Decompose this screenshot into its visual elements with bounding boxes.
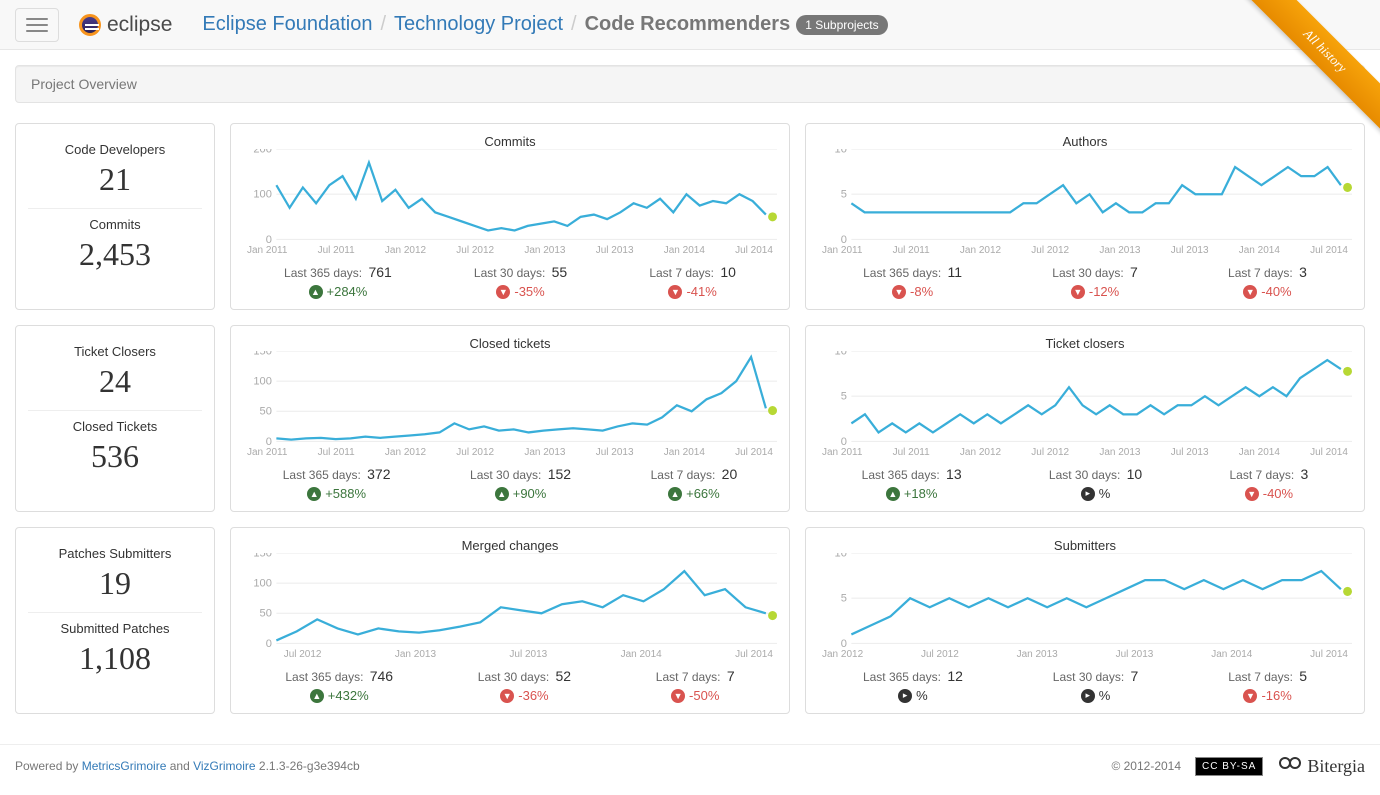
svg-text:50: 50 (260, 406, 272, 418)
subprojects-badge: 1 Subprojects (796, 15, 887, 35)
svg-text:0: 0 (841, 436, 847, 446)
chart-plot: 0 50 100 150 (243, 351, 777, 449)
navbar: eclipse Eclipse Foundation / Technology … (0, 0, 1380, 50)
stat-label: Submitted Patches (28, 621, 202, 636)
metric: Last 30 days: 7 ▼ -12% (1052, 264, 1138, 299)
chart-title: Authors (818, 134, 1352, 149)
metric: Last 7 days: 20 ▲ +66% (651, 466, 738, 501)
svg-text:200: 200 (253, 149, 272, 155)
vizgrimoire-link[interactable]: VizGrimoire (193, 759, 255, 773)
stat-card: Ticket Closers 24 Closed Tickets 536 (15, 325, 215, 512)
chart-plot: 0 5 10 (818, 553, 1352, 651)
copyright: © 2012-2014 (1111, 759, 1181, 773)
svg-text:0: 0 (841, 638, 847, 648)
stat-card: Code Developers 21 Commits 2,453 (15, 123, 215, 310)
svg-text:0: 0 (266, 234, 272, 244)
svg-text:0: 0 (266, 436, 272, 446)
metrics-row: Last 365 days: 746 ▲ +432% Last 30 days:… (243, 668, 777, 703)
chart-card: Ticket closers 0 5 10 Jan 2011Jul 2011Ja… (805, 325, 1365, 512)
metric: Last 30 days: 55 ▼ -35% (474, 264, 567, 299)
stat-label: Patches Submitters (28, 546, 202, 561)
svg-text:150: 150 (253, 553, 272, 559)
stat-label: Commits (28, 217, 202, 232)
svg-text:150: 150 (253, 351, 272, 357)
menu-toggle[interactable] (15, 8, 59, 42)
chart-card: Authors 0 5 10 Jan 2011Jul 2011Jan 2012J… (805, 123, 1365, 310)
svg-text:10: 10 (835, 351, 847, 357)
metric: Last 30 days: 7 ▸ % (1053, 668, 1139, 703)
metrics-row: Last 365 days: 13 ▲ +18% Last 30 days: 1… (818, 466, 1352, 501)
metric: Last 7 days: 5 ▼ -16% (1228, 668, 1307, 703)
logo-text: eclipse (107, 13, 172, 37)
stat-value: 21 (28, 161, 202, 198)
overview-title: Project Overview (15, 65, 1365, 103)
metrics-row: Last 365 days: 761 ▲ +284% Last 30 days:… (243, 264, 777, 299)
metric: Last 365 days: 372 ▲ +588% (283, 466, 391, 501)
footer-left: Powered by MetricsGrimoire and VizGrimoi… (15, 759, 360, 773)
breadcrumb-current: Code Recommenders (585, 13, 791, 36)
chart-plot: 0 5 10 (818, 351, 1352, 449)
metric: Last 365 days: 746 ▲ +432% (285, 668, 393, 703)
svg-text:0: 0 (841, 234, 847, 244)
svg-text:10: 10 (835, 149, 847, 155)
chart-card: Commits 0 100 200 Jan 2011Jul 2011Jan 20… (230, 123, 790, 310)
metric: Last 7 days: 7 ▼ -50% (656, 668, 735, 703)
chart-plot: 0 50 100 150 (243, 553, 777, 651)
svg-text:50: 50 (260, 608, 272, 620)
metricsgrimoire-link[interactable]: MetricsGrimoire (82, 759, 167, 773)
stat-label: Code Developers (28, 142, 202, 157)
svg-text:0: 0 (266, 638, 272, 648)
cc-license-badge[interactable]: CC BY-SA (1195, 757, 1263, 776)
stat-value: 2,453 (28, 236, 202, 273)
metric: Last 30 days: 10 ▸ % (1049, 466, 1142, 501)
breadcrumb: Eclipse Foundation / Technology Project … (202, 13, 887, 36)
metric: Last 30 days: 152 ▲ +90% (470, 466, 571, 501)
metric: Last 7 days: 3 ▼ -40% (1228, 264, 1307, 299)
chart-title: Submitters (818, 538, 1352, 553)
metric: Last 7 days: 10 ▼ -41% (649, 264, 736, 299)
stat-value: 24 (28, 363, 202, 400)
metrics-row: Last 365 days: 11 ▼ -8% Last 30 days: 7 … (818, 264, 1352, 299)
svg-text:5: 5 (841, 593, 847, 605)
chart-title: Ticket closers (818, 336, 1352, 351)
metric: Last 30 days: 52 ▼ -36% (478, 668, 571, 703)
chart-plot: 0 5 10 (818, 149, 1352, 247)
metric: Last 365 days: 11 ▼ -8% (863, 264, 962, 299)
metric: Last 365 days: 761 ▲ +284% (284, 264, 392, 299)
metrics-row: Last 365 days: 12 ▸ % Last 30 days: 7 ▸ … (818, 668, 1352, 703)
stat-value: 19 (28, 565, 202, 602)
svg-text:5: 5 (841, 391, 847, 403)
eclipse-icon (79, 14, 101, 36)
chart-title: Closed tickets (243, 336, 777, 351)
chart-card: Submitters 0 5 10 Jan 2012Jul 2012Jan 20… (805, 527, 1365, 714)
breadcrumb-link[interactable]: Eclipse Foundation (202, 13, 372, 36)
chart-card: Merged changes 0 50 100 150 Jul 2012Jan … (230, 527, 790, 714)
svg-text:5: 5 (841, 189, 847, 201)
chart-title: Merged changes (243, 538, 777, 553)
svg-text:100: 100 (253, 189, 272, 201)
breadcrumb-link[interactable]: Technology Project (394, 13, 563, 36)
chart-plot: 0 100 200 (243, 149, 777, 247)
stat-label: Ticket Closers (28, 344, 202, 359)
footer-right: © 2012-2014 CC BY-SA Bitergia (1111, 755, 1365, 777)
metrics-row: Last 365 days: 372 ▲ +588% Last 30 days:… (243, 466, 777, 501)
metric: Last 365 days: 13 ▲ +18% (862, 466, 962, 501)
footer: Powered by MetricsGrimoire and VizGrimoi… (0, 744, 1380, 795)
svg-text:100: 100 (253, 577, 272, 589)
bitergia-logo[interactable]: Bitergia (1277, 755, 1365, 777)
stat-value: 1,108 (28, 640, 202, 677)
stat-value: 536 (28, 438, 202, 475)
stat-card: Patches Submitters 19 Submitted Patches … (15, 527, 215, 714)
stat-label: Closed Tickets (28, 419, 202, 434)
owl-icon (1277, 755, 1303, 777)
chart-title: Commits (243, 134, 777, 149)
logo[interactable]: eclipse (79, 13, 172, 37)
chart-card: Closed tickets 0 50 100 150 Jan 2011Jul … (230, 325, 790, 512)
metric: Last 365 days: 12 ▸ % (863, 668, 963, 703)
svg-text:100: 100 (253, 375, 272, 387)
metric: Last 7 days: 3 ▼ -40% (1230, 466, 1309, 501)
svg-text:10: 10 (835, 553, 847, 559)
